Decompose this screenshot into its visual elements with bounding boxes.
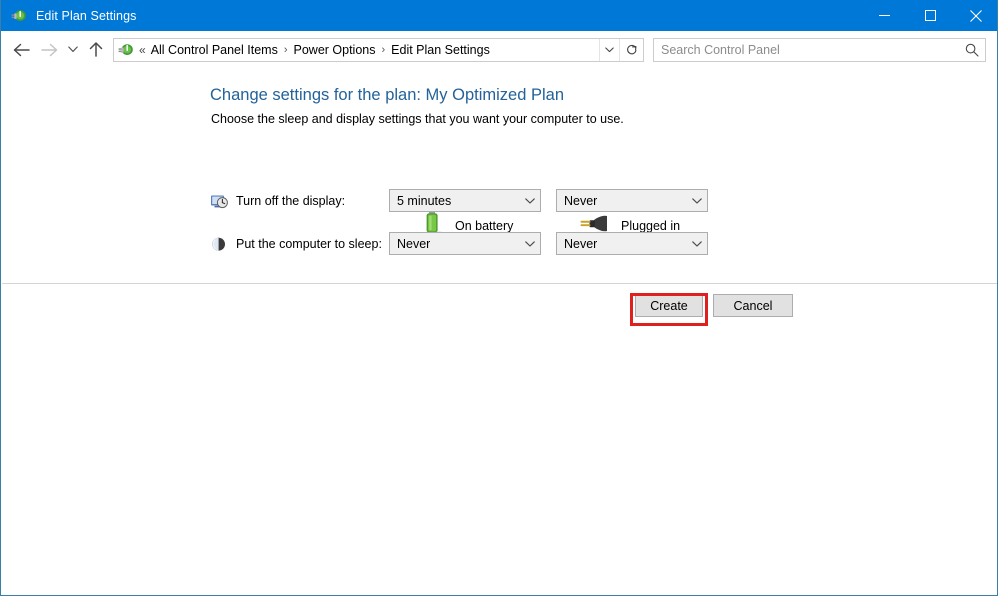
minimize-button[interactable] [861, 0, 907, 31]
cancel-button[interactable]: Cancel [713, 294, 793, 317]
breadcrumb-item-power-options[interactable]: Power Options [291, 39, 379, 61]
title-bar[interactable]: Edit Plan Settings [1, 0, 998, 31]
search-box[interactable] [653, 38, 986, 62]
dropdown-value: Never [390, 237, 430, 251]
display-clock-icon [210, 192, 228, 210]
setting-label-turn-off-display: Turn off the display: [236, 194, 345, 208]
up-arrow-icon[interactable] [83, 35, 109, 65]
dropdown-value: Never [557, 237, 597, 251]
maximize-button[interactable] [907, 0, 953, 31]
navigation-bar: « All Control Panel Items › Power Option… [1, 31, 997, 68]
address-bar[interactable]: « All Control Panel Items › Power Option… [113, 38, 644, 62]
close-button[interactable] [953, 0, 998, 31]
chevron-down-icon[interactable] [599, 39, 619, 61]
control-panel-window: Edit Plan Settings [0, 0, 998, 596]
breadcrumb-separator[interactable]: › [378, 39, 388, 61]
sleep-moon-icon [210, 235, 228, 253]
setting-row-put-computer-to-sleep: Put the computer to sleep: [210, 232, 382, 256]
breadcrumb-item-edit-plan-settings[interactable]: Edit Plan Settings [388, 39, 493, 61]
chevron-down-icon[interactable] [687, 198, 707, 204]
forward-arrow-icon [35, 35, 63, 65]
dropdown-put-computer-to-sleep-on-battery[interactable]: Never [389, 232, 541, 255]
breadcrumb-overflow[interactable]: « [137, 39, 148, 61]
setting-row-turn-off-display: Turn off the display: [210, 189, 345, 213]
recent-locations-chevron-icon[interactable] [63, 35, 83, 65]
empty-area [2, 328, 997, 595]
search-input[interactable] [654, 40, 954, 60]
back-arrow-icon[interactable] [7, 35, 35, 65]
search-icon[interactable] [965, 39, 979, 61]
dropdown-value: 5 minutes [390, 194, 451, 208]
breadcrumb-item-all-control-panel-items[interactable]: All Control Panel Items [148, 39, 281, 61]
dropdown-put-computer-to-sleep-plugged-in[interactable]: Never [556, 232, 708, 255]
setting-label-put-computer-to-sleep: Put the computer to sleep: [236, 237, 382, 251]
create-button[interactable]: Create [635, 294, 703, 317]
page-subtitle: Choose the sleep and display settings th… [211, 112, 624, 126]
column-label-on-battery: On battery [455, 219, 513, 233]
window-title: Edit Plan Settings [36, 9, 136, 23]
power-options-icon [11, 8, 27, 24]
main-content: Change settings for the plan: My Optimiz… [2, 68, 996, 283]
button-bar: Create Cancel [2, 284, 997, 328]
chevron-down-icon[interactable] [687, 241, 707, 247]
dropdown-turn-off-display-plugged-in[interactable]: Never [556, 189, 708, 212]
power-options-icon [118, 42, 134, 58]
dropdown-turn-off-display-on-battery[interactable]: 5 minutes [389, 189, 541, 212]
dropdown-value: Never [557, 194, 597, 208]
breadcrumb-separator[interactable]: › [281, 39, 291, 61]
page-title: Change settings for the plan: My Optimiz… [210, 86, 564, 105]
chevron-down-icon[interactable] [520, 241, 540, 247]
window-controls [861, 0, 998, 31]
chevron-down-icon[interactable] [520, 198, 540, 204]
column-label-plugged-in: Plugged in [621, 219, 680, 233]
refresh-icon[interactable] [619, 39, 643, 61]
